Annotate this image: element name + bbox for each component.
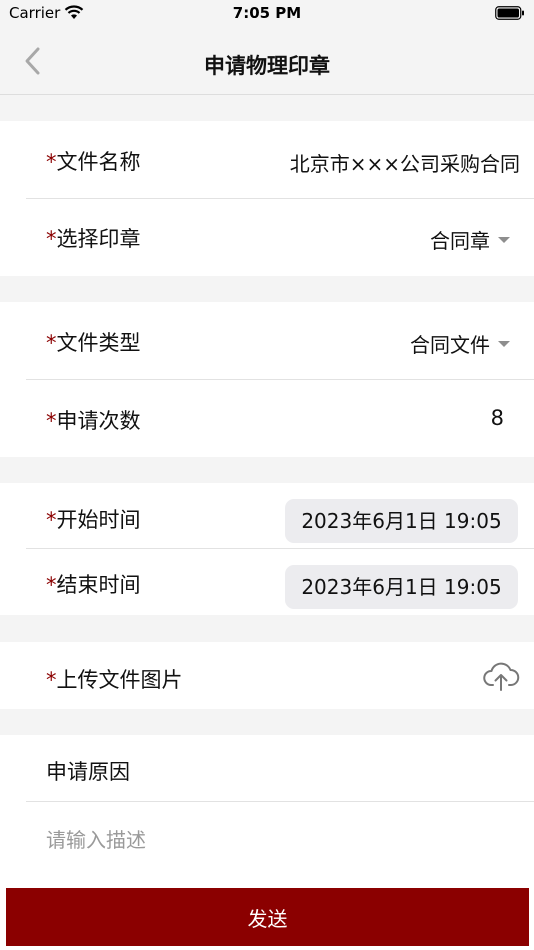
caret-down-icon [498, 236, 510, 243]
start-time-picker[interactable]: 2023年6月1日 19:05 [285, 499, 518, 543]
end-time-picker[interactable]: 2023年6月1日 19:05 [285, 565, 518, 609]
file-type-select[interactable]: 合同文件 [410, 329, 510, 358]
nav-bar: 申请物理印章 [0, 30, 534, 95]
upload-row: *上传文件图片 [26, 642, 534, 709]
section-type-count: *文件类型 合同文件 *申请次数 8 [0, 302, 534, 457]
apply-count-value[interactable]: 8 [491, 406, 504, 430]
required-mark: * [46, 508, 57, 532]
divider [26, 801, 534, 802]
apply-count-label: 申请次数 [56, 409, 141, 433]
seal-label: 选择印章 [56, 227, 141, 251]
seal-value: 合同章 [430, 229, 490, 253]
end-time-row: *结束时间 2023年6月1日 19:05 [26, 549, 534, 615]
reason-label: 申请原因 [46, 760, 130, 784]
start-time-row: *开始时间 2023年6月1日 19:05 [26, 483, 534, 548]
upload-label: 上传文件图片 [56, 668, 183, 692]
caret-down-icon [498, 340, 510, 347]
required-mark: * [46, 150, 57, 174]
status-bar: Carrier 7:05 PM [0, 0, 534, 30]
section-file-seal: *文件名称 北京市×××公司采购合同 *选择印章 合同章 [0, 121, 534, 276]
file-name-row: *文件名称 北京市×××公司采购合同 [26, 121, 534, 198]
seal-select[interactable]: 合同章 [430, 225, 510, 254]
file-type-row[interactable]: *文件类型 合同文件 [26, 302, 534, 379]
battery-icon [495, 6, 524, 20]
reason-row: 申请原因 [26, 735, 534, 801]
end-time-label: 结束时间 [56, 573, 141, 597]
status-time: 7:05 PM [232, 4, 302, 22]
apply-count-row: *申请次数 8 [26, 380, 534, 457]
file-type-value: 合同文件 [410, 333, 490, 357]
required-mark: * [46, 668, 57, 692]
section-time: *开始时间 2023年6月1日 19:05 *结束时间 2023年6月1日 19… [0, 483, 534, 615]
required-mark: * [46, 573, 57, 597]
required-mark: * [46, 331, 57, 355]
section-upload: *上传文件图片 [0, 642, 534, 709]
send-button[interactable]: 发送 [6, 888, 529, 946]
file-name-label: 文件名称 [56, 150, 141, 174]
start-time-label: 开始时间 [56, 508, 141, 532]
required-mark: * [46, 409, 57, 433]
required-mark: * [46, 227, 57, 251]
seal-row[interactable]: *选择印章 合同章 [26, 199, 534, 276]
file-name-value[interactable]: 北京市×××公司采购合同 [290, 148, 520, 177]
reason-input[interactable] [46, 824, 506, 864]
cloud-upload-icon[interactable] [482, 660, 520, 692]
page-title: 申请物理印章 [204, 54, 330, 78]
file-type-label: 文件类型 [56, 331, 141, 355]
